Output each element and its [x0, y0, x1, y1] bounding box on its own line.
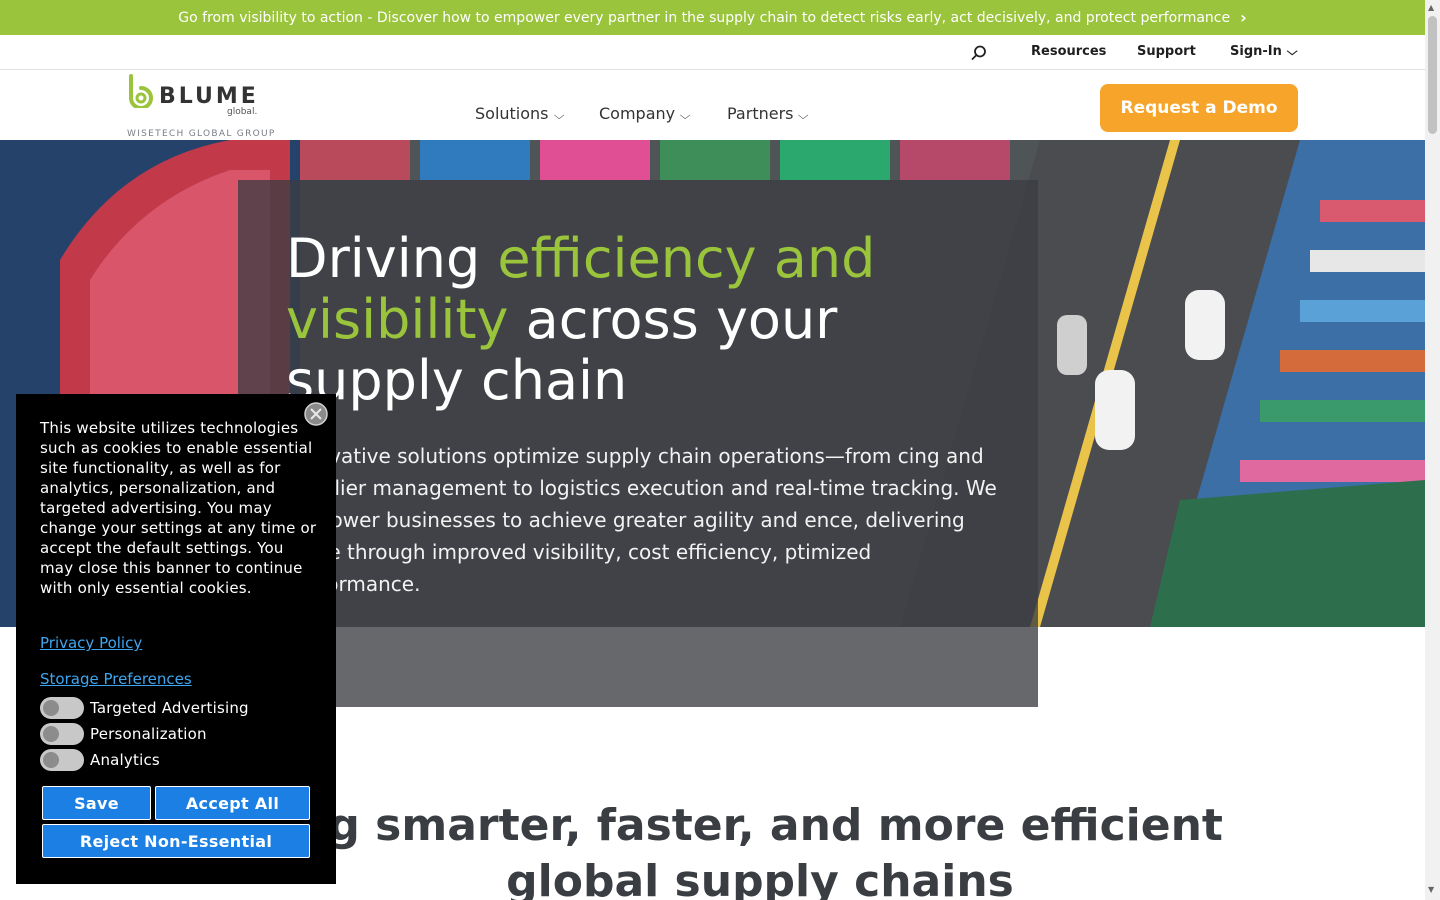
nav-solutions[interactable]: Solutions ⌵: [475, 104, 565, 123]
toggle-row-analytics: Analytics: [40, 749, 160, 771]
request-demo-button[interactable]: Request a Demo: [1100, 84, 1298, 132]
logo-sub: global.: [227, 107, 258, 117]
hero-title-part1: Driving: [286, 227, 498, 290]
hero-title-highlight1: efficiency and: [497, 227, 876, 290]
search-icon[interactable]: [970, 44, 988, 62]
chevron-down-icon: ⌵: [798, 109, 810, 122]
toggle-row-personalization: Personalization: [40, 723, 207, 745]
personalization-toggle[interactable]: [40, 723, 84, 745]
analytics-toggle[interactable]: [40, 749, 84, 771]
toggle-row-targeted-advertising: Targeted Advertising: [40, 697, 249, 719]
resources-link[interactable]: Resources: [1031, 44, 1106, 59]
chevron-down-icon: ⌵: [679, 109, 691, 122]
blume-logo-mark-icon: [129, 74, 153, 108]
logo-brand: BLUME: [159, 84, 259, 109]
chevron-down-icon: ⌵: [553, 109, 565, 122]
main-header: BLUME global. WISETECH GLOBAL GROUP Solu…: [0, 70, 1425, 140]
utility-nav: Resources Support Sign-In ⌵: [0, 35, 1425, 70]
signin-dropdown[interactable]: Sign-In ⌵: [1230, 44, 1298, 59]
storage-preferences-link[interactable]: Storage Preferences: [40, 670, 192, 688]
targeted-advertising-toggle[interactable]: [40, 697, 84, 719]
nav-partners-label: Partners: [727, 104, 794, 123]
announcement-bar[interactable]: Go from visibility to action - Discover …: [0, 0, 1425, 35]
logo[interactable]: BLUME global. WISETECH GLOBAL GROUP: [127, 74, 277, 139]
hero-description: innovative solutions optimize supply cha…: [286, 444, 997, 596]
reject-non-essential-button[interactable]: Reject Non-Essential: [42, 824, 310, 858]
toggle-label: Personalization: [90, 725, 207, 743]
save-button[interactable]: Save: [42, 786, 151, 820]
nav-partners[interactable]: Partners ⌵: [727, 104, 810, 123]
cookie-banner: This website utilizes technologies such …: [16, 394, 336, 884]
nav-solutions-label: Solutions: [475, 104, 549, 123]
accept-all-button[interactable]: Accept All: [155, 786, 310, 820]
toggle-label: Analytics: [90, 751, 160, 769]
page-scrollbar[interactable]: ▲ ▼: [1425, 0, 1440, 900]
cookie-message: This website utilizes technologies such …: [40, 419, 317, 597]
hero-title: Driving efficiency and visibility across …: [286, 228, 1006, 411]
signin-label: Sign-In: [1230, 44, 1282, 59]
logo-group: WISETECH GLOBAL GROUP: [127, 129, 276, 139]
chevron-down-icon: ⌵: [1286, 45, 1298, 58]
nav-company[interactable]: Company ⌵: [599, 104, 691, 123]
support-link[interactable]: Support: [1137, 44, 1196, 59]
privacy-policy-link[interactable]: Privacy Policy: [40, 634, 142, 652]
scroll-up-arrow-icon[interactable]: ▲: [1428, 3, 1434, 12]
chevron-right-icon[interactable]: ›: [1240, 8, 1247, 27]
scroll-down-arrow-icon[interactable]: ▼: [1428, 885, 1434, 894]
nav-company-label: Company: [599, 104, 676, 123]
toggle-label: Targeted Advertising: [90, 699, 249, 717]
hero-title-highlight2: visibility: [286, 288, 509, 351]
section-heading: ng smarter, faster, and more efficient g…: [297, 800, 1223, 900]
scroll-thumb[interactable]: [1428, 16, 1437, 134]
announcement-text[interactable]: Go from visibility to action - Discover …: [178, 10, 1230, 26]
